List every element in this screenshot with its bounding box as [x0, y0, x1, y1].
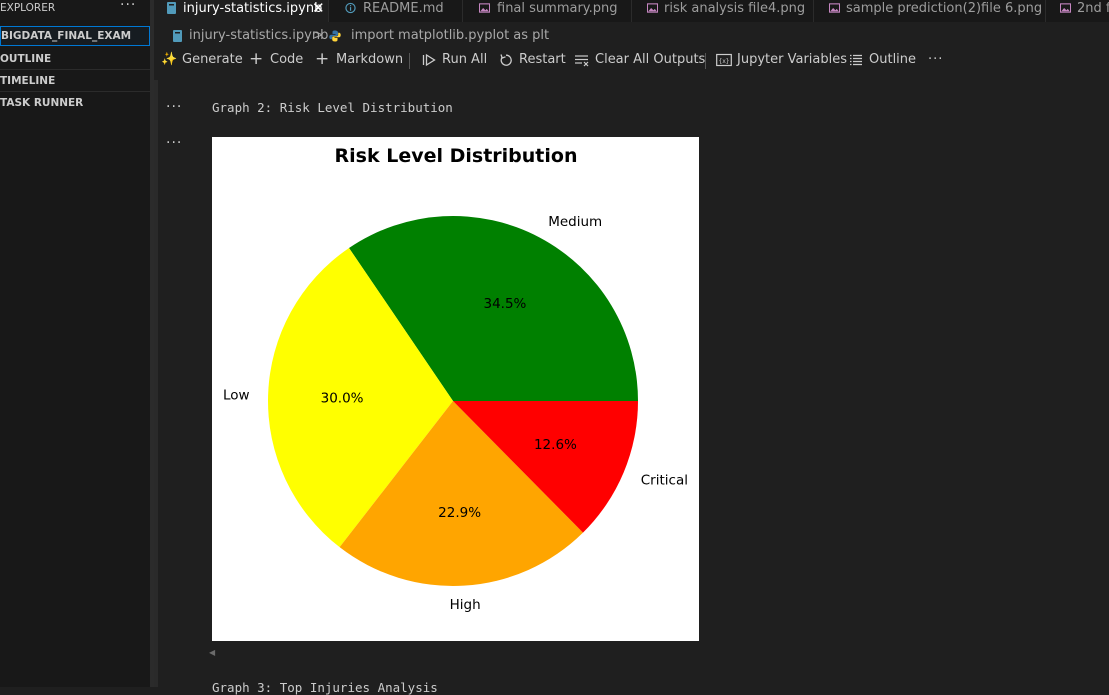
toolbar-divider — [409, 53, 410, 69]
task-runner-section-label: TASK RUNNER — [0, 97, 84, 109]
sidebar-section-task-runner[interactable]: TASK RUNNER — [0, 92, 150, 114]
image-icon — [1060, 3, 1071, 13]
timeline-section-label: TIMELINE — [0, 75, 56, 87]
image-icon — [479, 3, 490, 13]
tab-2nd[interactable]: 2nd f — [1046, 0, 1109, 22]
cell-output-more-icon[interactable]: ··· — [166, 99, 182, 115]
notebook-icon — [173, 30, 182, 42]
sidebar-section-outline[interactable]: OUTLINE — [0, 48, 150, 70]
add-markdown-cell-button[interactable]: Markdown — [336, 50, 403, 70]
plus-icon: + — [315, 49, 330, 69]
generate-button[interactable]: Generate — [182, 50, 243, 70]
sparkle-icon: ✨ — [161, 52, 178, 67]
cell-text-output: Graph 3: Top Injuries Analysis — [212, 680, 438, 695]
sidebar-section-project[interactable]: BIGDATA_FINAL_EXAM — [0, 26, 150, 46]
pie-category-label: Critical — [641, 472, 688, 488]
breadcrumb-cell[interactable]: import matplotlib.pyplot as plt — [351, 26, 549, 46]
jupyter-variables-button[interactable]: Jupyter Variables — [737, 50, 847, 70]
plus-icon: + — [249, 49, 264, 69]
toolbar-divider — [705, 53, 706, 69]
tab-risk-analysis[interactable]: risk analysis file4.png — [632, 0, 814, 22]
tab-injury-statistics[interactable]: injury-statistics.ipynb ✕ — [154, 0, 329, 22]
tab-label: injury-statistics.ipynb — [183, 1, 323, 16]
outline-section-label: OUTLINE — [0, 53, 52, 65]
pie-category-label: Low — [223, 388, 250, 404]
tab-label: README.md — [363, 1, 444, 16]
tab-sample-prediction[interactable]: sample prediction(2)file 6.png — [814, 0, 1046, 22]
pie-chart: Risk Level Distribution 34.5% Medium 30.0%… — [223, 145, 688, 613]
run-all-button[interactable]: Run All — [442, 50, 487, 70]
restart-kernel-button[interactable]: Restart — [519, 50, 566, 70]
explorer-header: EXPLORER ··· — [0, 0, 150, 18]
tab-label: risk analysis file4.png — [664, 1, 806, 16]
more-actions-icon[interactable]: ··· — [928, 50, 943, 70]
pie-category-label: Medium — [548, 214, 602, 230]
add-code-cell-button[interactable]: Code — [270, 50, 303, 70]
pie-category-label: High — [450, 597, 481, 613]
tab-label: final summary.png — [497, 1, 618, 16]
cell-gutter — [154, 80, 158, 687]
close-tab-icon[interactable]: ✕ — [312, 0, 325, 17]
pie-pct-label: 30.0% — [321, 391, 364, 407]
tab-readme[interactable]: README.md — [329, 0, 463, 22]
explorer-more-actions-icon[interactable]: ··· — [120, 0, 136, 13]
svg-text:{x}: {x} — [719, 58, 730, 65]
breadcrumb-separator: > — [313, 28, 324, 43]
image-icon — [647, 3, 658, 13]
output-scroll-left-icon[interactable]: ◀ — [209, 648, 215, 657]
chart-output-image: Risk Level Distribution 34.5% Medium 30.0%… — [212, 137, 699, 641]
project-folder-label: BIGDATA_FINAL_EXAM — [1, 30, 132, 42]
explorer-sidebar: EXPLORER ··· BIGDATA_FINAL_EXAM OUTLINE … — [0, 0, 150, 687]
python-icon — [329, 30, 341, 42]
outline-button[interactable]: Outline — [869, 50, 916, 70]
image-icon — [829, 3, 840, 13]
restart-icon — [500, 54, 512, 66]
chart-title: Risk Level Distribution — [335, 145, 578, 167]
tab-label: 2nd f — [1077, 1, 1109, 16]
tab-label: sample prediction(2)file 6.png — [846, 1, 1043, 16]
info-icon — [345, 2, 356, 14]
pie-pct-label: 34.5% — [483, 296, 526, 312]
sidebar-section-timeline[interactable]: TIMELINE — [0, 70, 150, 92]
cell-output-more-icon[interactable]: ··· — [166, 135, 182, 151]
variables-icon: {x} — [716, 53, 732, 67]
cell-text-output: Graph 2: Risk Level Distribution — [212, 100, 453, 115]
pie-pct-label: 12.6% — [534, 437, 577, 453]
explorer-title: EXPLORER — [0, 2, 56, 14]
clear-outputs-icon — [575, 55, 589, 67]
breadcrumb-file[interactable]: injury-statistics.ipynb — [189, 26, 328, 46]
clear-all-outputs-button[interactable]: Clear All Outputs — [595, 50, 705, 70]
pie-pct-label: 22.9% — [438, 505, 481, 521]
outline-icon — [850, 54, 862, 66]
run-all-icon — [422, 53, 436, 67]
tab-final-summary[interactable]: final summary.png — [463, 0, 632, 22]
editor-tab-bar: injury-statistics.ipynb ✕ README.md fina… — [154, 0, 1109, 22]
notebook-icon — [167, 2, 176, 14]
